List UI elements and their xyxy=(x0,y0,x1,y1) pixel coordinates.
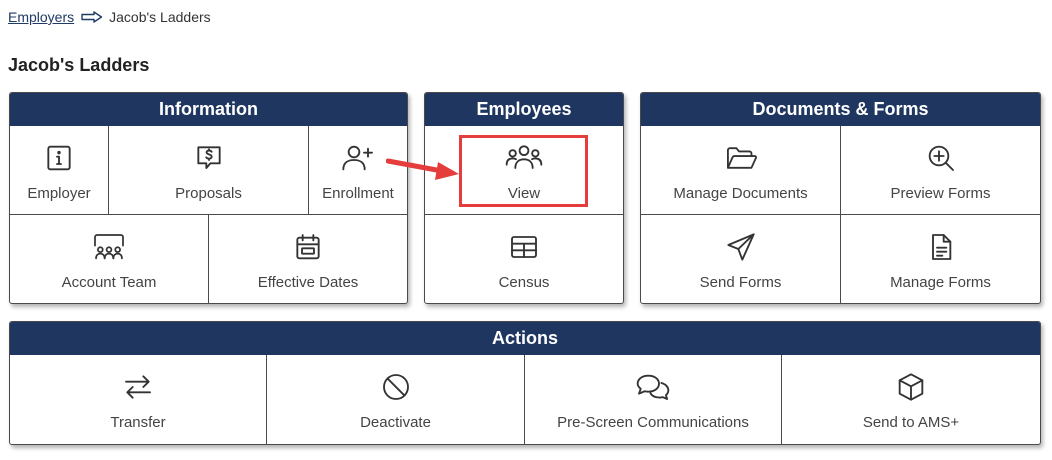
transfer-icon xyxy=(122,371,154,403)
employer-label: Employer xyxy=(27,185,91,202)
census-label: Census xyxy=(498,274,550,291)
info-icon xyxy=(43,142,75,174)
pre-screen-communications-label: Pre-Screen Communications xyxy=(557,414,749,431)
document-icon xyxy=(925,231,957,263)
manage-forms-label: Manage Forms xyxy=(890,274,991,291)
manage-forms-tile[interactable]: Manage Forms xyxy=(841,215,1040,303)
pre-screen-communications-tile[interactable]: Pre-Screen Communications xyxy=(525,355,782,444)
view-tile[interactable]: View xyxy=(425,126,623,215)
effective-dates-label: Effective Dates xyxy=(257,274,359,291)
users-icon xyxy=(505,142,543,174)
table-icon xyxy=(508,231,540,263)
documents-forms-card: Documents & Forms Manage Documents Previ… xyxy=(640,92,1041,304)
send-to-ams-tile[interactable]: Send to AMS+ xyxy=(782,355,1040,444)
census-tile[interactable]: Census xyxy=(425,215,623,303)
information-header: Information xyxy=(10,93,407,126)
breadcrumb-current: Jacob's Ladders xyxy=(109,9,211,25)
breadcrumb: Employers Jacob's Ladders xyxy=(8,8,211,26)
manage-documents-label: Manage Documents xyxy=(673,185,808,202)
send-forms-tile[interactable]: Send Forms xyxy=(641,215,841,303)
breadcrumb-employers-link[interactable]: Employers xyxy=(8,9,74,25)
proposals-tile[interactable]: Proposals xyxy=(109,126,309,215)
folder-open-icon xyxy=(724,142,758,174)
zoom-in-icon xyxy=(925,142,957,174)
deactivate-tile[interactable]: Deactivate xyxy=(267,355,525,444)
dollar-chat-icon xyxy=(193,142,225,174)
arrow-right-outline-icon xyxy=(81,11,103,23)
enrollment-tile[interactable]: Enrollment xyxy=(309,126,407,215)
send-forms-label: Send Forms xyxy=(699,274,782,291)
preview-forms-label: Preview Forms xyxy=(890,185,991,202)
transfer-label: Transfer xyxy=(110,414,166,431)
account-team-label: Account Team xyxy=(61,274,157,291)
actions-card: Actions Transfer Deactivate Pre-Screen C… xyxy=(9,321,1041,445)
information-card: Information Employer Proposals Enrollmen… xyxy=(9,92,408,304)
deactivate-label: Deactivate xyxy=(360,414,431,431)
user-plus-icon xyxy=(339,142,377,174)
employer-tile[interactable]: Employer xyxy=(10,126,109,215)
page-title: Jacob's Ladders xyxy=(8,55,150,75)
view-label: View xyxy=(507,185,541,202)
account-team-tile[interactable]: Account Team xyxy=(10,215,209,303)
manage-documents-tile[interactable]: Manage Documents xyxy=(641,126,841,215)
proposals-label: Proposals xyxy=(175,185,242,202)
preview-forms-tile[interactable]: Preview Forms xyxy=(841,126,1040,215)
chat-bubbles-icon xyxy=(634,371,672,403)
documents-forms-header: Documents & Forms xyxy=(641,93,1040,126)
send-to-ams-label: Send to AMS+ xyxy=(862,414,960,431)
enrollment-label: Enrollment xyxy=(322,185,394,202)
paper-plane-icon xyxy=(725,231,757,263)
employees-header: Employees xyxy=(425,93,623,126)
calendar-icon xyxy=(292,231,324,263)
actions-header: Actions xyxy=(10,322,1040,355)
transfer-tile[interactable]: Transfer xyxy=(10,355,267,444)
employees-card: Employees View Census xyxy=(424,92,624,304)
box-icon xyxy=(895,371,927,403)
team-icon xyxy=(91,231,127,263)
effective-dates-tile[interactable]: Effective Dates xyxy=(209,215,407,303)
ban-icon xyxy=(380,371,412,403)
